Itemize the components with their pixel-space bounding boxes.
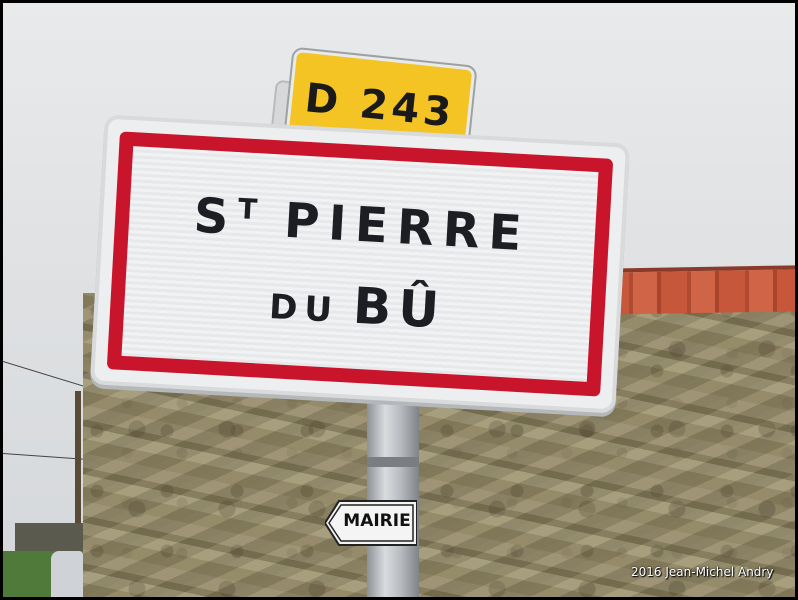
parked-car [51,551,83,597]
roof-tiles [603,265,795,315]
town-sign-panel: ST PIERRE DU BÛ [106,131,614,397]
power-line [3,361,90,389]
town-name-line2: DU BÛ [268,276,448,340]
post-clamp [367,457,419,467]
town-entry-sign: ST PIERRE DU BÛ [89,114,631,414]
power-line [3,453,83,460]
photo-credit: 2016 Jean-Michel Andry [631,565,774,579]
photo-frame: D 243 ST PIERRE DU BÛ MAIRIE 2016 Jean-Mi… [0,0,798,600]
town-name-line1: ST PIERRE [192,187,532,263]
sign-post [367,395,419,597]
background-building [15,523,85,553]
mairie-direction-sign: MAIRIE [325,499,417,547]
street-sign-photo: D 243 ST PIERRE DU BÛ MAIRIE 2016 Jean-Mi… [3,3,795,597]
mairie-label: MAIRIE [343,511,411,531]
